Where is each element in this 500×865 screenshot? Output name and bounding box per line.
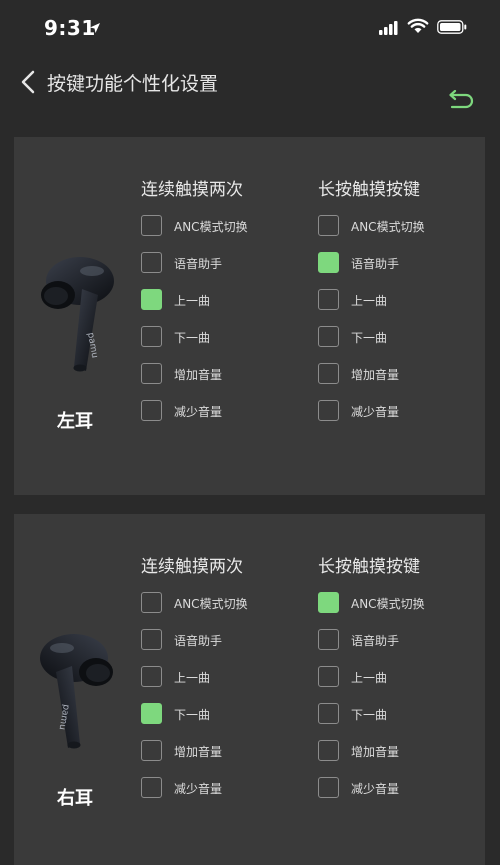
option-label: 下一曲 (351, 708, 388, 722)
long-press-title: 长按触摸按键 (318, 557, 420, 577)
checkbox[interactable] (141, 363, 162, 384)
checkbox[interactable] (318, 289, 339, 310)
option-label: ANC模式切换 (351, 597, 425, 611)
reset-undo-icon[interactable] (447, 89, 475, 116)
double-tap-title: 连续触摸两次 (141, 557, 243, 577)
option-label: 增加音量 (351, 368, 400, 382)
option-label: 下一曲 (174, 331, 211, 345)
option-label: 上一曲 (351, 671, 388, 685)
wifi-icon (407, 18, 429, 38)
checkbox[interactable] (141, 326, 162, 347)
option-label: 减少音量 (351, 782, 400, 796)
option-label: 下一曲 (351, 331, 388, 345)
checkbox[interactable] (318, 400, 339, 421)
right-ear-label: 右耳 (57, 788, 93, 809)
checkbox[interactable] (318, 363, 339, 384)
left-ear-panel: pamu 左耳 连续触摸两次 长按触摸按键 ANC模式切换 语音助手 上一曲 下… (14, 137, 485, 495)
option-label: 语音助手 (174, 257, 223, 271)
checkbox[interactable] (141, 400, 162, 421)
checkbox[interactable] (141, 252, 162, 273)
nav-bar: 按键功能个性化设置 (0, 60, 500, 109)
checkbox[interactable] (141, 666, 162, 687)
battery-icon (437, 19, 467, 38)
checkbox[interactable] (318, 703, 339, 724)
double-tap-title: 连续触摸两次 (141, 180, 243, 200)
option-label: 下一曲 (174, 708, 211, 722)
option-label: 上一曲 (174, 671, 211, 685)
checkbox[interactable] (318, 629, 339, 650)
checkbox[interactable] (141, 703, 162, 724)
checkbox[interactable] (141, 215, 162, 236)
checkbox[interactable] (318, 326, 339, 347)
right-ear-panel: pamu 右耳 连续触摸两次 长按触摸按键 ANC模式切换 语音助手 上一曲 下… (14, 514, 485, 865)
checkbox[interactable] (318, 592, 339, 613)
cellular-signal-icon (379, 20, 399, 39)
checkbox[interactable] (318, 777, 339, 798)
checkbox[interactable] (141, 289, 162, 310)
option-label: 增加音量 (174, 745, 223, 759)
right-earbud-image: pamu (36, 632, 118, 756)
option-label: ANC模式切换 (174, 597, 248, 611)
option-label: ANC模式切换 (174, 220, 248, 234)
checkbox[interactable] (318, 666, 339, 687)
checkbox[interactable] (141, 740, 162, 761)
option-label: 语音助手 (351, 634, 400, 648)
option-label: 增加音量 (351, 745, 400, 759)
option-label: 减少音量 (174, 405, 223, 419)
left-ear-label: 左耳 (57, 411, 93, 432)
status-bar: 9:31 (0, 0, 500, 56)
checkbox[interactable] (318, 740, 339, 761)
checkbox[interactable] (141, 592, 162, 613)
left-earbud-image: pamu (36, 255, 118, 379)
back-chevron-icon[interactable] (20, 70, 36, 98)
option-label: 上一曲 (174, 294, 211, 308)
option-label: 减少音量 (174, 782, 223, 796)
status-time: 9:31 (44, 16, 96, 40)
checkbox[interactable] (318, 252, 339, 273)
checkbox[interactable] (141, 777, 162, 798)
location-arrow-icon (89, 19, 101, 38)
page-title: 按键功能个性化设置 (47, 73, 219, 95)
option-label: 语音助手 (174, 634, 223, 648)
option-label: 减少音量 (351, 405, 400, 419)
checkbox[interactable] (318, 215, 339, 236)
option-label: 增加音量 (174, 368, 223, 382)
option-label: 上一曲 (351, 294, 388, 308)
option-label: 语音助手 (351, 257, 400, 271)
long-press-title: 长按触摸按键 (318, 180, 420, 200)
checkbox[interactable] (141, 629, 162, 650)
option-label: ANC模式切换 (351, 220, 425, 234)
